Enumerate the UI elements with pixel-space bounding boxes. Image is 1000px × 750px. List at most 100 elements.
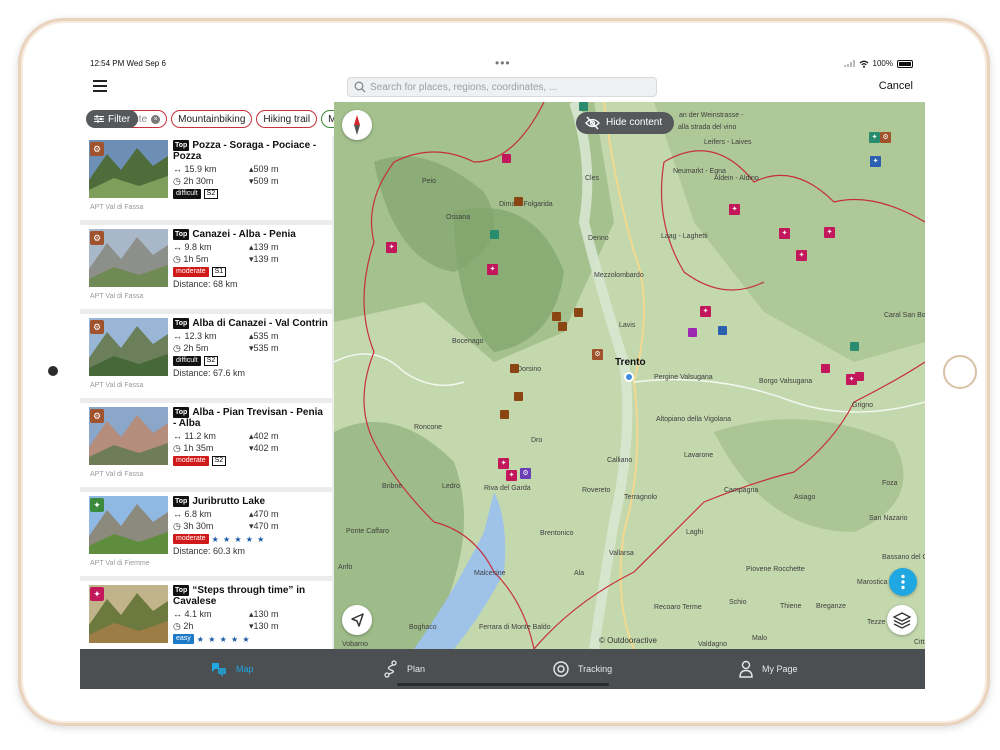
- tour-marker[interactable]: [688, 328, 697, 337]
- tour-title[interactable]: Top Pozza - Soraga - Pociace - Pozza: [173, 140, 328, 162]
- hiking-marker-icon[interactable]: ✦: [700, 306, 711, 317]
- tour-marker[interactable]: [510, 364, 519, 373]
- top-badge: Top: [173, 229, 190, 240]
- tour-title[interactable]: Top Alba di Canazei - Val Contrin: [173, 318, 328, 329]
- scale-badge: S1: [211, 267, 227, 277]
- tour-marker[interactable]: [821, 364, 830, 373]
- top-badge: Top: [173, 585, 190, 596]
- map-place-label: Malcesine: [474, 570, 506, 577]
- hiking-marker-icon[interactable]: ✦: [870, 156, 881, 167]
- tour-marker[interactable]: [500, 410, 509, 419]
- location-pin-icon[interactable]: [624, 372, 634, 382]
- hiking-marker-icon[interactable]: ✦: [498, 458, 509, 469]
- map-place-label: Terragnolo: [624, 494, 658, 501]
- difficulty-badge: difficult: [173, 356, 201, 366]
- layers-button[interactable]: [887, 605, 917, 635]
- tour-marker[interactable]: [855, 372, 864, 381]
- hiking-marker-icon[interactable]: ✦: [779, 228, 790, 239]
- hiking-marker-icon[interactable]: ✦: [386, 242, 397, 253]
- tour-badges: moderate ★ ★ ★ ★ ★: [173, 534, 328, 544]
- map-place-label: Dorsino: [517, 366, 542, 373]
- tour-title-text: Alba di Canazei - Val Contrin: [192, 318, 328, 329]
- tour-card[interactable]: ✦ APT Val di Fiemme Top Juribrutto Lake ↔…: [80, 492, 332, 576]
- filter-button[interactable]: Filter: [86, 110, 139, 128]
- map-place-label: Vobarno: [342, 641, 369, 648]
- tour-marker[interactable]: [574, 308, 583, 317]
- tour-marker[interactable]: [514, 197, 523, 206]
- tour-card[interactable]: ✦ APT Val di Fiemme Top“Steps through ti…: [80, 581, 332, 649]
- tour-title[interactable]: Top “Steps through time” in Cavalese: [173, 585, 328, 607]
- tour-title[interactable]: Top Juribrutto Lake: [173, 496, 328, 507]
- hiking-marker-icon[interactable]: ✦: [729, 204, 740, 215]
- hiking-marker-icon[interactable]: ✦: [796, 250, 807, 261]
- map-view[interactable]: Trento Peio Dimaro Folgarida Ossana Cles Denn…: [334, 102, 925, 649]
- menu-icon[interactable]: [93, 80, 107, 92]
- tour-badges: moderate S1: [173, 267, 328, 277]
- tour-length: ↔ 15.9 km: [173, 164, 217, 174]
- tour-marker[interactable]: [502, 154, 511, 163]
- multitask-dots[interactable]: •••: [495, 56, 511, 70]
- locate-button[interactable]: [342, 605, 372, 635]
- map-place-label: Malo: [752, 635, 768, 642]
- home-button[interactable]: [943, 355, 977, 389]
- chip-more[interactable]: Mo: [321, 110, 334, 128]
- search-input[interactable]: [370, 79, 650, 95]
- length-arrows-icon: ↔: [173, 164, 185, 174]
- cancel-button[interactable]: Cancel: [879, 80, 913, 92]
- tour-descent: ▾470 m: [249, 521, 279, 531]
- map-place-label: Borgo Valsugana: [759, 378, 813, 385]
- search-bar[interactable]: [347, 77, 657, 97]
- tour-credit: APT Val di Fassa: [90, 471, 144, 478]
- tour-ascent: ▴139 m: [249, 242, 279, 252]
- scale-badge: S2: [211, 456, 227, 466]
- map-place-label: Laghi: [686, 529, 704, 536]
- walking-marker-icon[interactable]: ✦: [869, 132, 880, 143]
- compass-button[interactable]: [342, 110, 372, 140]
- tab-tracking-label: Tracking: [578, 664, 613, 674]
- tour-duration: ◷ 2h: [173, 621, 194, 631]
- close-icon[interactable]: ×: [151, 114, 161, 124]
- tour-ascent: ▴535 m: [249, 331, 279, 341]
- tour-card[interactable]: ⚙ APT Val di Fassa Top Alba di Canazei - …: [80, 314, 332, 398]
- tour-marker[interactable]: [558, 322, 567, 331]
- mountainbike-marker-icon[interactable]: ⚙: [592, 349, 603, 360]
- mountainbike-marker-icon[interactable]: ⚙: [880, 132, 891, 143]
- tour-title[interactable]: Top Alba - Pian Trevisan - Penia - Alba: [173, 407, 328, 429]
- tour-marker[interactable]: [850, 342, 859, 351]
- more-vertical-icon: [901, 574, 905, 590]
- status-bar: 12:54 PM Wed Sep 6 ••• 100%: [80, 56, 925, 72]
- compass-icon: [354, 115, 360, 135]
- chip-hiking-trail[interactable]: Hiking trail: [256, 110, 318, 128]
- hiking-marker-icon[interactable]: ✦: [824, 227, 835, 238]
- more-options-button[interactable]: [889, 568, 917, 596]
- tour-marker[interactable]: [490, 230, 499, 239]
- top-badge: Top: [173, 407, 190, 418]
- tour-card[interactable]: ⚙ APT Val di Fassa Top Pozza - Soraga - P…: [80, 136, 332, 220]
- map-place-label: Rovereto: [582, 487, 611, 494]
- home-indicator[interactable]: [397, 683, 609, 686]
- tour-card[interactable]: ⚙ APT Val di Fassa Top Alba - Pian Trevis…: [80, 403, 332, 487]
- tour-card[interactable]: ⚙ APT Val di Fassa Top Canazei - Alba - P…: [80, 225, 332, 309]
- map-place-label: Cittadella: [914, 639, 925, 646]
- tab-my-page[interactable]: My Page: [738, 649, 798, 689]
- hiking-marker-icon[interactable]: ✦: [506, 470, 517, 481]
- hide-content-button[interactable]: Hide content: [576, 112, 675, 134]
- tour-marker[interactable]: [514, 392, 523, 401]
- tour-marker[interactable]: [718, 326, 727, 335]
- tab-map[interactable]: Map: [210, 649, 254, 689]
- tab-my-page-label: My Page: [762, 664, 798, 674]
- chip-mountainbiking[interactable]: Mountainbiking: [171, 110, 253, 128]
- tour-title[interactable]: Top Canazei - Alba - Penia: [173, 229, 328, 240]
- map-place-label: Recoaro Terme: [654, 604, 702, 611]
- tracking-icon: [553, 661, 569, 677]
- map-place-label: Schio: [729, 599, 747, 606]
- tour-stats: ↔ 12.3 km ▴535 m ◷ 2h 5m ▾535 m: [173, 331, 328, 354]
- length-arrows-icon: ↔: [173, 242, 185, 252]
- bike-marker-icon[interactable]: ⚙: [520, 468, 531, 479]
- tour-distance: Distance: 67.6 km: [173, 368, 246, 378]
- tour-marker[interactable]: [552, 312, 561, 321]
- tour-title-text: “Steps through time” in Cavalese: [173, 585, 306, 607]
- hiking-marker-icon[interactable]: ✦: [487, 264, 498, 275]
- nav-bar: Cancel: [80, 72, 925, 102]
- tour-marker[interactable]: [579, 102, 588, 111]
